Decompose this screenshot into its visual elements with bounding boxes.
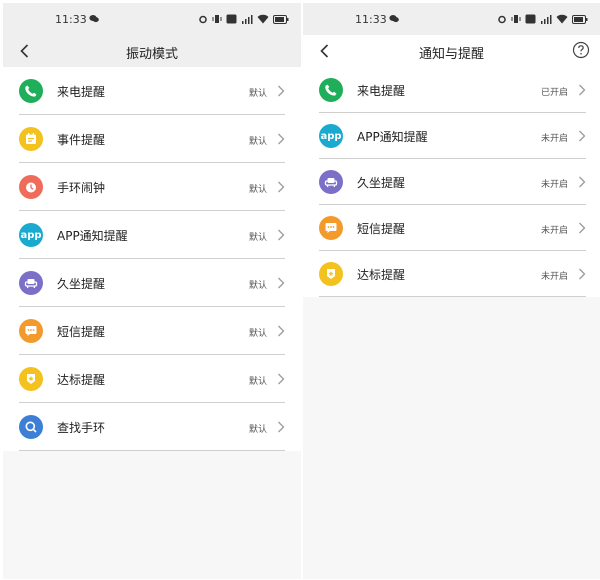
list-item-app-notification[interactable]: app APP通知提醒 未开启 [303,113,600,159]
item-label: APP通知提醒 [357,130,428,144]
chevron-right-icon [277,181,285,193]
sofa-icon [319,170,343,194]
battery-icon [273,14,289,24]
search-icon [19,415,43,439]
item-status: 默认 [248,185,267,195]
list-item-goal-reminder[interactable]: 达标提醒 未开启 [303,251,600,297]
status-time: 11:33 [355,13,387,26]
hd-status-icon [226,14,237,24]
item-status: 未开启 [540,134,568,144]
wifi-icon [556,14,568,24]
item-label: 久坐提醒 [357,176,406,190]
phone-icon [319,78,343,102]
list-item-call-reminder[interactable]: 来电提醒 已开启 [303,67,600,113]
alarm-status-icon [498,15,506,24]
item-label: 手环闹钟 [57,181,106,195]
settings-list: 来电提醒 已开启 app APP通知提醒 未开启 久坐提醒 未开启 短信提醒 未… [303,67,600,297]
message-icon [19,319,43,343]
item-label: APP通知提醒 [57,229,128,243]
status-bar: 11:33 [303,3,600,35]
list-item-sedentary-reminder[interactable]: 久坐提醒 未开启 [303,159,600,205]
chevron-right-icon [277,133,285,145]
item-status: 未开启 [540,272,568,282]
chevron-right-icon [578,176,586,188]
chevron-right-icon [277,277,285,289]
alarm-status-icon [199,15,207,24]
chevron-right-icon [277,325,285,337]
item-status: 未开启 [540,226,568,236]
status-bar: 11:33 [3,3,301,35]
list-item-app-notification[interactable]: app APP通知提醒 默认 [3,211,301,259]
item-label: 事件提醒 [57,133,106,147]
chevron-right-icon [578,84,586,96]
chevron-right-icon [277,85,285,97]
hd-status-icon [525,14,536,24]
list-item-sms-reminder[interactable]: 短信提醒 未开启 [303,205,600,251]
list-item-sedentary-reminder[interactable]: 久坐提醒 默认 [3,259,301,307]
nav-bar: 振动模式 [3,35,301,67]
item-label: 达标提醒 [57,373,106,387]
list-item-band-alarm[interactable]: 手环闹钟 默认 [3,163,301,211]
list-item-goal-reminder[interactable]: 达标提醒 默认 [3,355,301,403]
vibration-mode-screen: 11:33 振动模式 来电提醒 默认 事件提醒 默认 手环闹钟 默认 app A… [3,3,301,579]
status-icons [198,13,289,25]
wechat-icon [389,15,399,23]
divider [319,296,586,297]
item-status: 默认 [248,89,267,99]
chevron-right-icon [277,229,285,241]
item-label: 短信提醒 [357,222,406,236]
wifi-icon [257,14,269,24]
vibrate-status-icon [212,15,222,23]
signal-5g-icon [541,14,552,24]
sofa-icon [19,271,43,295]
badge-icon [319,262,343,286]
item-label: 短信提醒 [57,325,106,339]
item-label: 达标提醒 [357,268,406,282]
item-status: 默认 [248,233,267,243]
status-time: 11:33 [55,13,87,26]
divider [19,450,285,451]
item-label: 久坐提醒 [57,277,106,291]
list-item-call-reminder[interactable]: 来电提醒 默认 [3,67,301,115]
settings-list: 来电提醒 默认 事件提醒 默认 手环闹钟 默认 app APP通知提醒 默认 久… [3,67,301,451]
list-item-event-reminder[interactable]: 事件提醒 默认 [3,115,301,163]
phone-icon [19,79,43,103]
item-status: 默认 [248,425,267,435]
alarm-clock-icon [19,175,43,199]
page-title: 振动模式 [125,47,178,62]
badge-icon [19,367,43,391]
item-status: 默认 [248,329,267,339]
item-label: 来电提醒 [357,84,406,98]
chevron-right-icon [277,373,285,385]
list-item-find-band[interactable]: 查找手环 默认 [3,403,301,451]
calendar-icon [19,127,43,151]
wechat-icon [89,15,99,23]
nav-bar: 通知与提醒 [303,35,600,67]
chevron-right-icon [578,130,586,142]
item-status: 已开启 [540,88,568,98]
notifications-screen: 11:33 通知与提醒 来电提醒 已开启 app APP通知提醒 未开启 久坐提… [303,3,600,579]
list-item-sms-reminder[interactable]: 短信提醒 默认 [3,307,301,355]
status-icons [497,13,588,25]
signal-5g-icon [242,14,253,24]
page-title: 通知与提醒 [418,47,484,62]
item-label: 查找手环 [57,421,106,435]
app-icon: app [19,223,43,247]
item-status: 默认 [248,137,267,147]
message-icon [319,216,343,240]
chevron-right-icon [578,268,586,280]
app-icon: app [319,124,343,148]
battery-icon [572,14,588,24]
help-icon[interactable] [572,41,590,59]
item-label: 来电提醒 [57,85,106,99]
item-status: 默认 [248,281,267,291]
chevron-right-icon [578,222,586,234]
vibrate-status-icon [511,15,521,23]
chevron-right-icon [277,421,285,433]
item-status: 默认 [248,377,267,387]
item-status: 未开启 [540,180,568,190]
